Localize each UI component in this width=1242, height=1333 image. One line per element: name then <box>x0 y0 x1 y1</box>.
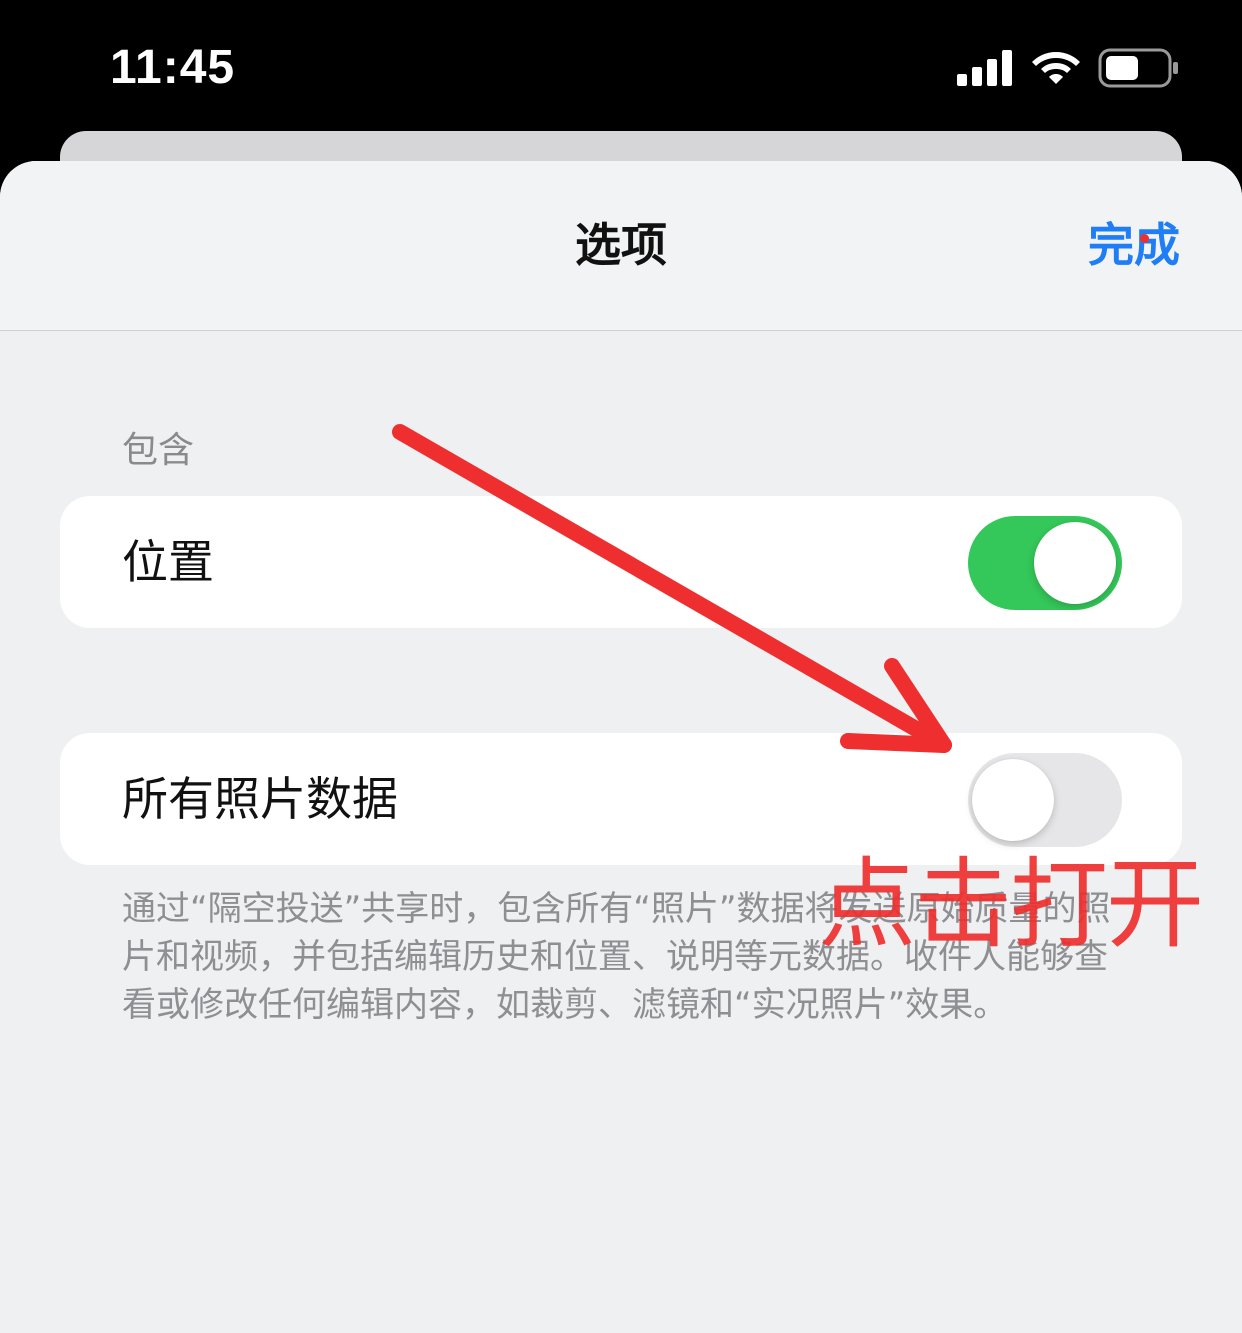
location-toggle[interactable] <box>968 516 1122 610</box>
toggle-knob <box>1034 522 1116 604</box>
battery-icon <box>1098 48 1178 88</box>
all-photo-data-toggle[interactable] <box>968 753 1122 847</box>
cellular-signal-icon <box>957 50 1012 86</box>
annotation-dot <box>1140 234 1149 243</box>
wifi-icon <box>1032 52 1080 84</box>
page-title: 选项 <box>575 218 667 272</box>
all-photo-data-label: 所有照片数据 <box>122 772 398 826</box>
all-photo-data-row: 所有照片数据 <box>60 733 1182 865</box>
toggle-knob <box>972 759 1054 841</box>
location-row: 位置 <box>60 496 1182 628</box>
section-header: 包含 <box>122 430 195 471</box>
annotation-text: 点击打开 <box>818 848 1204 962</box>
nav-bar: 选项 完成 <box>0 161 1242 331</box>
options-sheet: 选项 完成 包含 位置 所有照片数据 通过“隔空投送”共享时，包含所有“照片”数… <box>0 161 1242 1333</box>
location-label: 位置 <box>122 535 214 589</box>
status-time: 11:45 <box>110 41 236 94</box>
status-bar: 11:45 <box>0 0 1242 132</box>
done-button[interactable]: 完成 <box>1088 213 1180 277</box>
